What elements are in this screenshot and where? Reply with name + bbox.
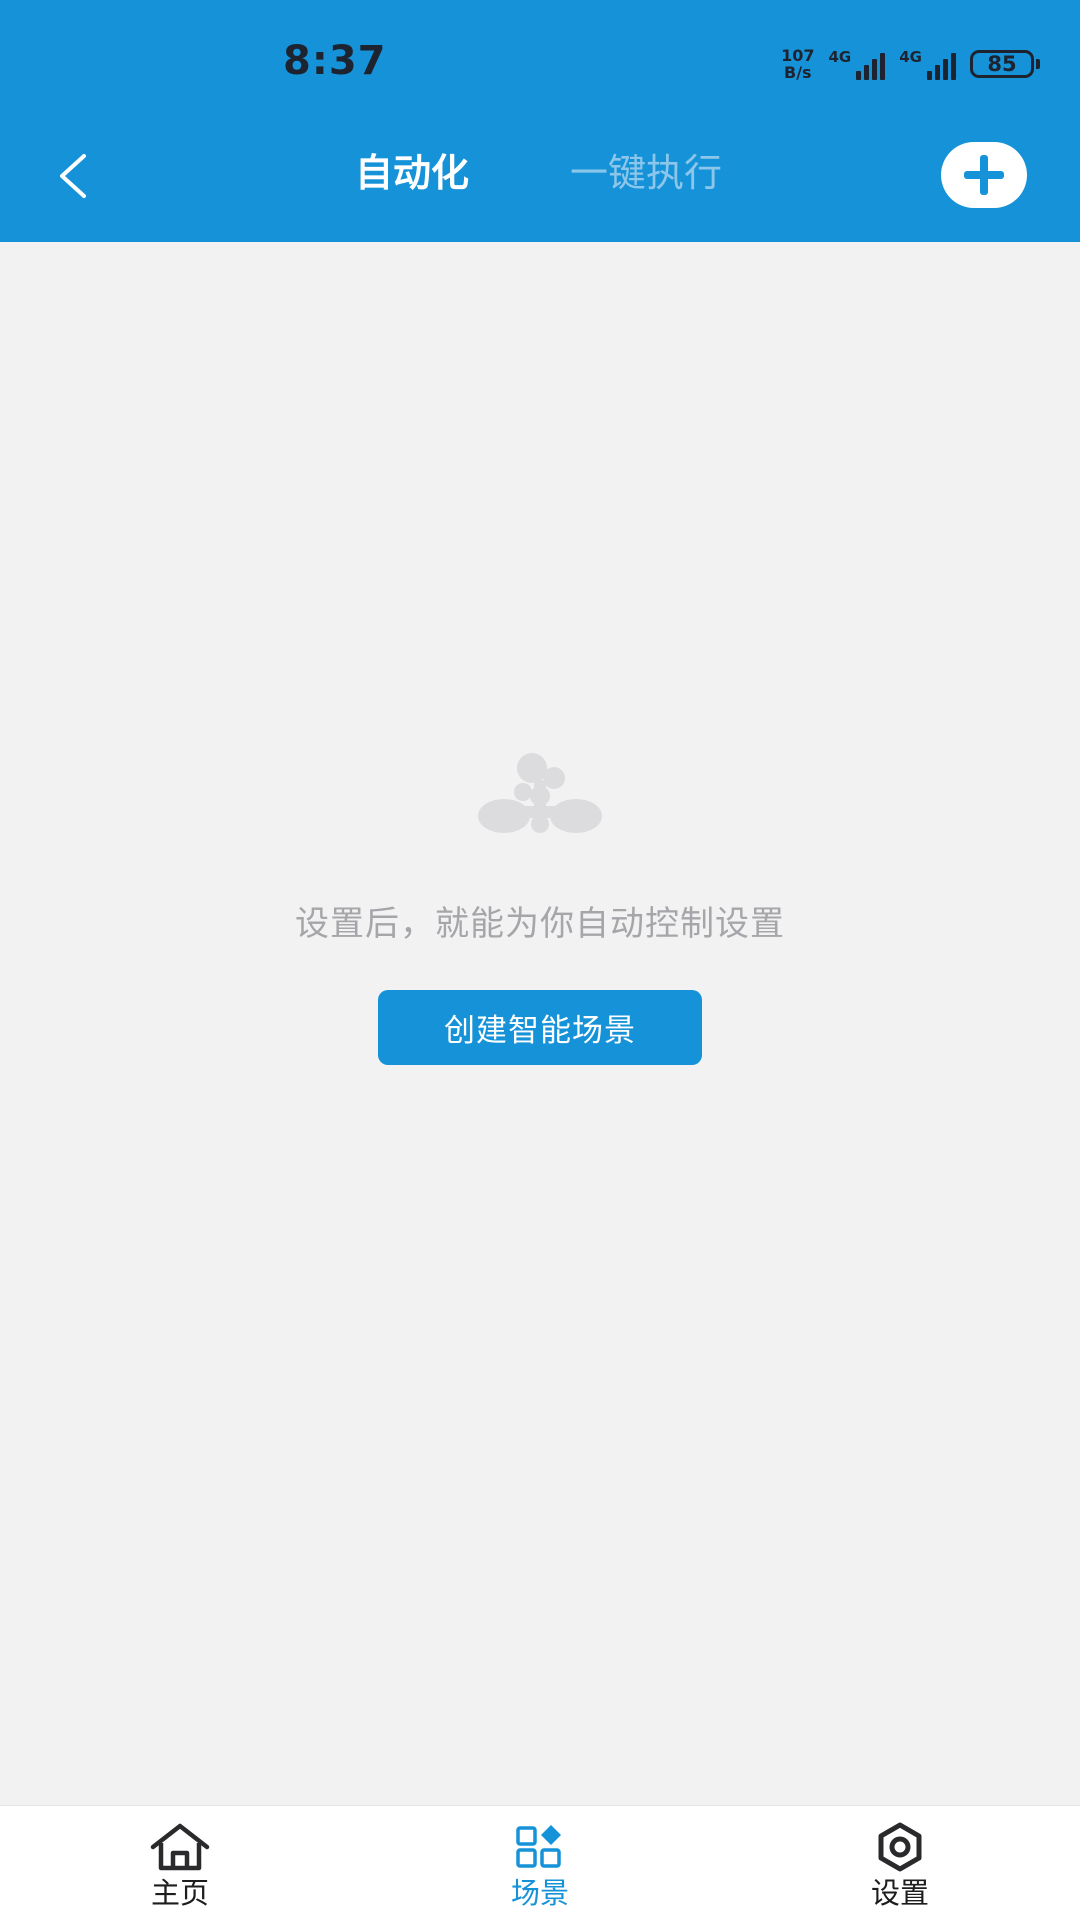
- nav-item-settings[interactable]: 设置: [720, 1806, 1080, 1920]
- signal-icon: 4G: [899, 48, 956, 80]
- nav-item-home[interactable]: 主页: [0, 1806, 360, 1920]
- chevron-left-icon: [60, 154, 86, 198]
- plus-icon: [964, 155, 1004, 195]
- scene-grid-icon: [509, 1822, 571, 1872]
- nav-label-scene: 场景: [510, 1876, 569, 1910]
- sim2-network-label: 4G: [899, 48, 922, 66]
- tab-automation[interactable]: 自动化: [355, 146, 469, 200]
- header: 8:37 107 B/s 4G 4G 85 自动化 一键执行: [0, 0, 1080, 242]
- scene-molecule-icon: [478, 753, 602, 833]
- net-speed: 107 B/s: [781, 47, 814, 81]
- nav-item-scene[interactable]: 场景: [360, 1806, 720, 1920]
- bottom-nav: 主页 场景 设置: [0, 1805, 1080, 1920]
- status-indicators: 107 B/s 4G 4G 85: [781, 44, 1040, 84]
- add-button[interactable]: [941, 142, 1027, 208]
- gear-icon: [869, 1822, 931, 1872]
- battery-icon: 85: [970, 50, 1040, 78]
- nav-label-home: 主页: [150, 1876, 209, 1910]
- battery-level: 85: [970, 50, 1034, 78]
- sim1-network-label: 4G: [828, 48, 852, 66]
- home-icon: [149, 1822, 211, 1872]
- back-button[interactable]: [48, 148, 98, 204]
- create-scene-button[interactable]: 创建智能场景: [378, 990, 702, 1065]
- tab-one-click[interactable]: 一键执行: [570, 146, 722, 200]
- scene-page: 8:37 107 B/s 4G 4G 85 自动化 一键执行 设置后，就能为你自…: [0, 0, 1080, 1920]
- net-speed-value: 107: [781, 46, 815, 65]
- empty-message: 设置后，就能为你自动控制设置: [295, 904, 785, 944]
- status-time: 8:37: [283, 38, 387, 84]
- net-speed-unit: B/s: [784, 63, 812, 82]
- nav-label-settings: 设置: [870, 1876, 929, 1910]
- signal-icon: 4G: [829, 48, 886, 80]
